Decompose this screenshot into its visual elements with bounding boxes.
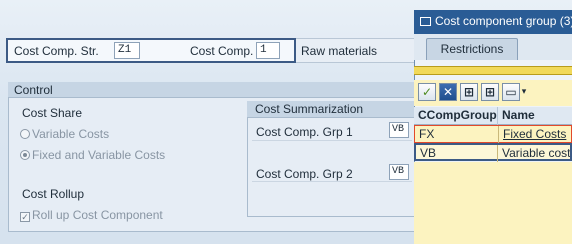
- popup-toolbar: ✓ ✕ ⊞ ⊞ ▭ ▾: [414, 80, 572, 106]
- grp2-label: Cost Comp. Grp 2: [256, 167, 353, 181]
- window-icon: [420, 17, 431, 26]
- grp1-label: Cost Comp. Grp 1: [256, 125, 353, 139]
- row-group-cell: FX: [415, 126, 499, 144]
- table-row[interactable]: VB Variable costs: [414, 143, 572, 163]
- print-dropdown-icon[interactable]: ▾: [520, 83, 528, 101]
- radio-icon: [20, 129, 30, 139]
- roll-up-checkbox[interactable]: ✓ Roll up Cost Component: [20, 208, 163, 222]
- radio-selected-icon: [20, 150, 30, 160]
- cost-rollup-label: Cost Rollup: [22, 187, 85, 201]
- grp1-field[interactable]: VB: [389, 122, 409, 138]
- popup-separator-bar: [414, 66, 572, 75]
- cost-summarization-group: [247, 101, 419, 217]
- row-name-cell: Fixed Costs: [503, 127, 567, 141]
- table-header: CCompGroup Name: [414, 107, 572, 125]
- fixed-and-variable-option[interactable]: Fixed and Variable Costs: [20, 148, 165, 162]
- find-next-binoculars-icon[interactable]: ⊞: [481, 83, 499, 101]
- column-header-group[interactable]: CCompGroup: [414, 107, 498, 125]
- cost-share-label: Cost Share: [22, 106, 83, 120]
- variable-costs-label: Variable Costs: [32, 127, 110, 141]
- cost-comp-name: Raw materials: [301, 44, 378, 58]
- column-header-name[interactable]: Name: [498, 107, 572, 125]
- popup-title-bar[interactable]: Cost component group (3): [414, 10, 572, 34]
- cost-comp-str-label: Cost Comp. Str.: [14, 44, 99, 58]
- cost-comp-str-field[interactable]: Z1: [114, 42, 140, 59]
- find-binoculars-icon[interactable]: ⊞: [460, 83, 478, 101]
- popup-list-empty-area: [414, 162, 572, 244]
- cancel-x-icon[interactable]: ✕: [439, 83, 457, 101]
- popup-title: Cost component group (3): [435, 14, 572, 28]
- tab-restrictions[interactable]: Restrictions: [426, 38, 518, 60]
- control-group-title: Control: [8, 82, 418, 98]
- cost-comp-field[interactable]: 1: [256, 42, 280, 59]
- print-icon[interactable]: ▭: [502, 83, 520, 101]
- row-name-cell: Variable costs: [502, 146, 570, 160]
- roll-up-label: Roll up Cost Component: [32, 208, 163, 222]
- confirm-check-icon[interactable]: ✓: [418, 83, 436, 101]
- fixed-and-variable-label: Fixed and Variable Costs: [32, 148, 166, 162]
- table-row[interactable]: FX Fixed Costs: [414, 125, 572, 144]
- cost-comp-label: Cost Comp.: [190, 44, 254, 58]
- grp2-field[interactable]: VB: [389, 164, 409, 180]
- cost-summarization-title: Cost Summarization: [247, 101, 419, 118]
- row-group-cell: VB: [416, 145, 498, 163]
- variable-costs-option[interactable]: Variable Costs: [20, 127, 109, 141]
- checkbox-checked-icon: ✓: [20, 212, 30, 222]
